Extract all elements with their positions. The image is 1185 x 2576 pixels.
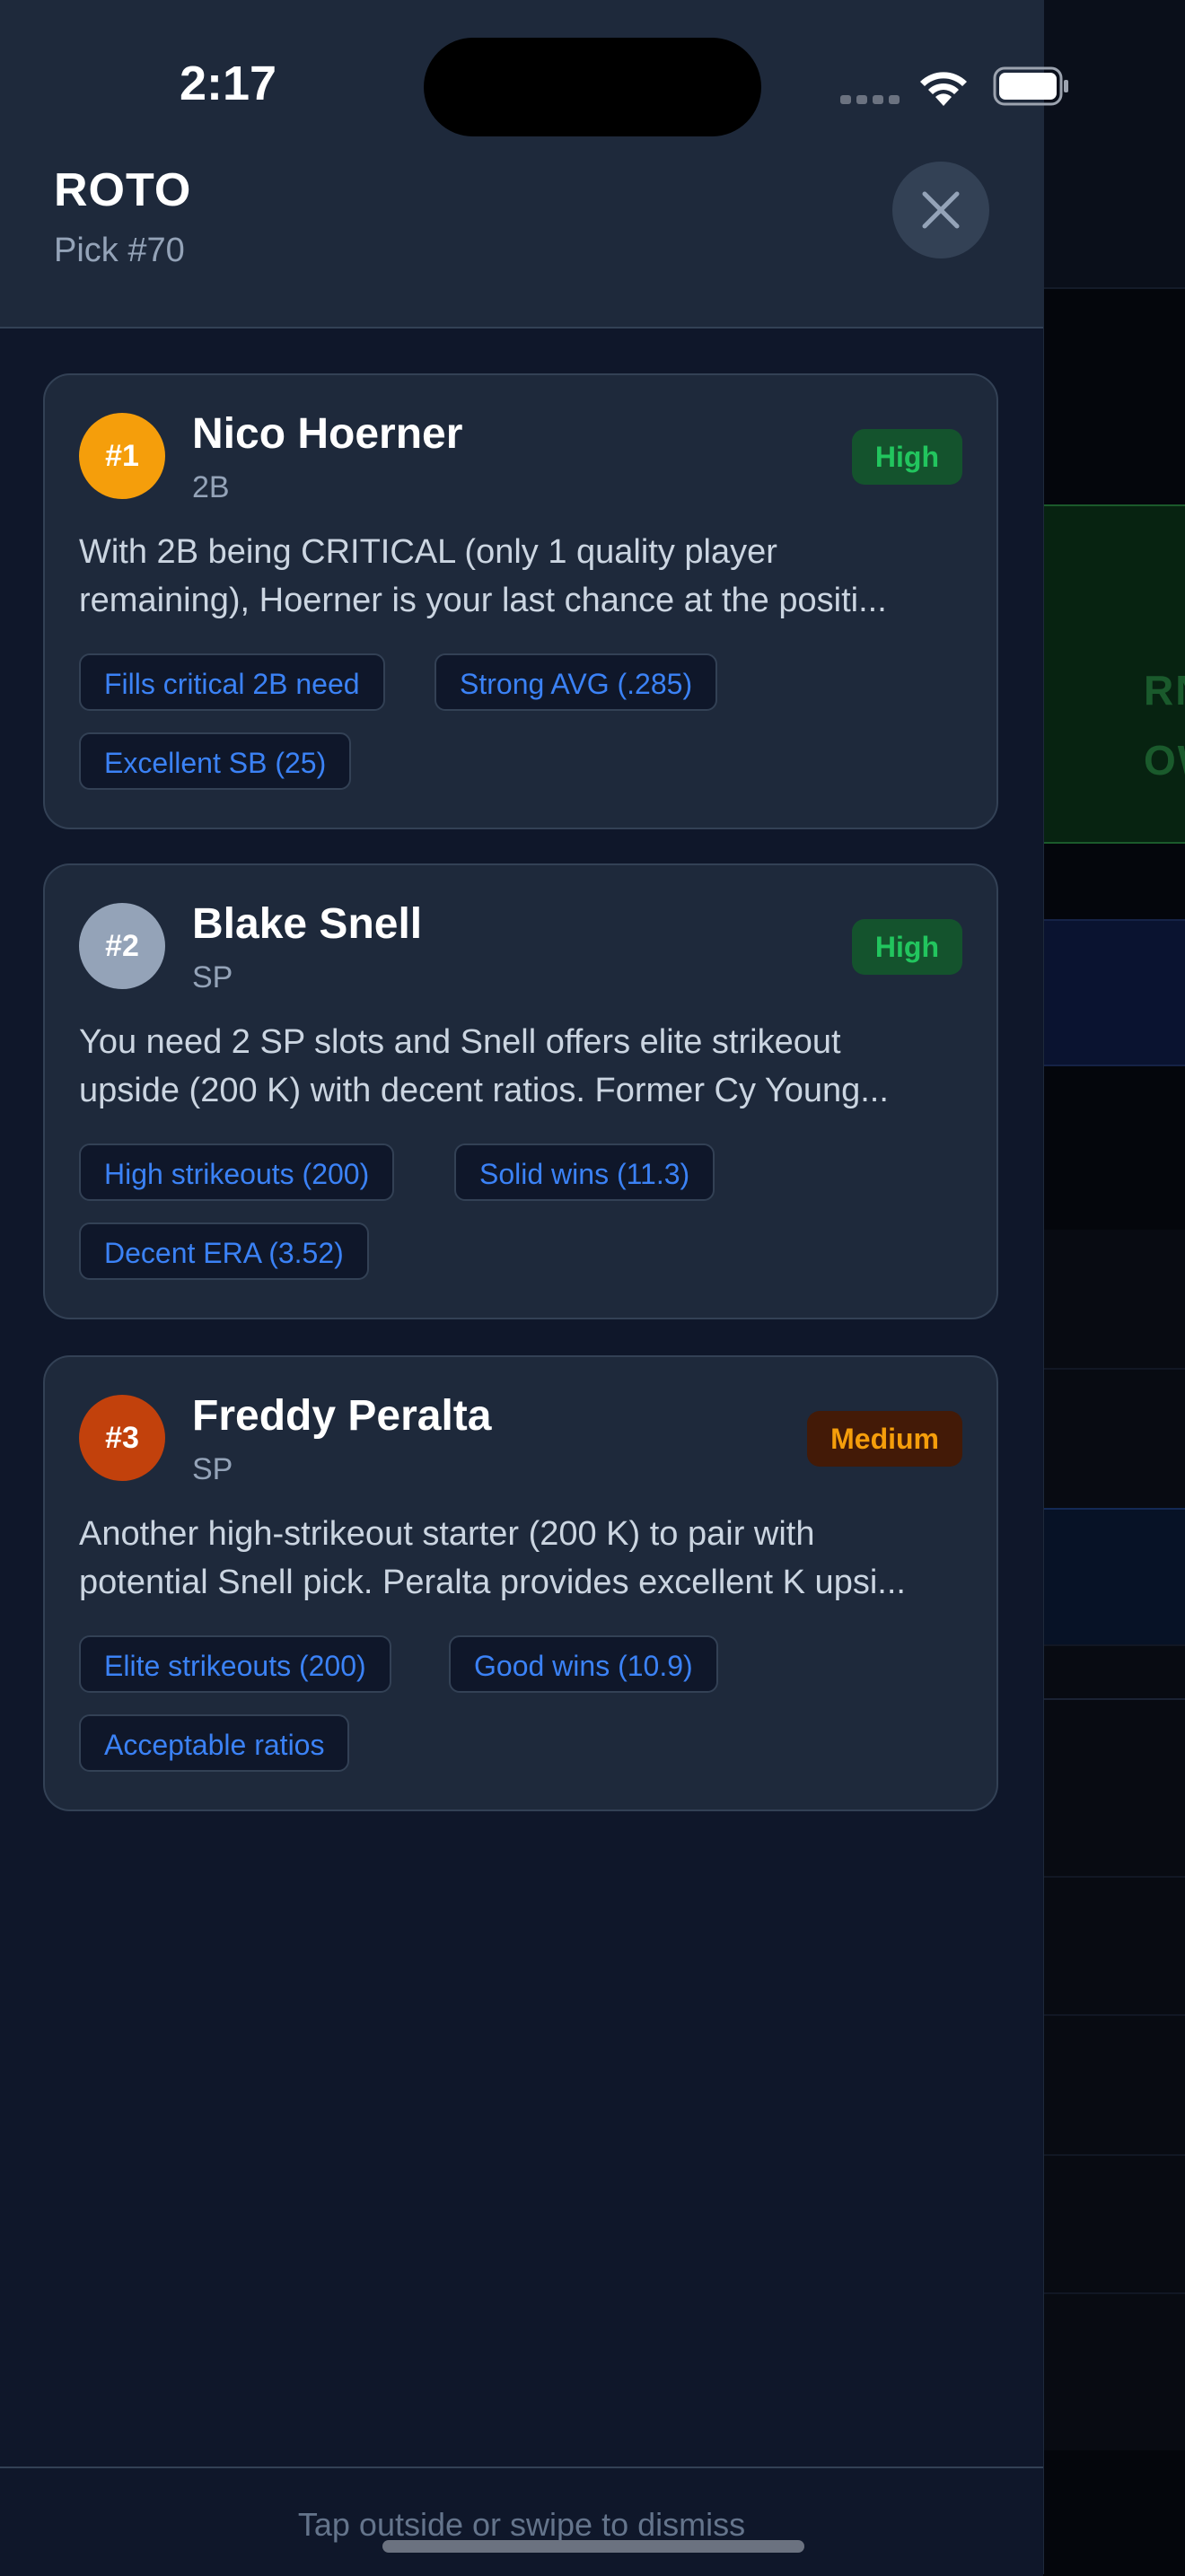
background-player-list-lower — [1043, 1738, 1185, 2447]
status-time: 2:17 — [180, 57, 277, 110]
recommendation-description: You need 2 SP slots and Snell offers eli… — [79, 1018, 968, 1115]
priority-badge: High — [851, 919, 962, 975]
pick-number: Pick #70 — [54, 232, 185, 269]
reason-tag: Decent ERA (3.52) — [79, 1222, 369, 1280]
dynamic-island — [424, 38, 761, 136]
background-turn-banner: ↻ RN! OW — [1043, 504, 1185, 844]
dismiss-hint: Tap outside or swipe to dismiss — [297, 2506, 746, 2543]
reason-tag: Fills critical 2B need — [79, 653, 385, 711]
home-indicator[interactable] — [382, 2540, 804, 2553]
description-line: You need 2 SP slots and Snell offers eli… — [79, 1023, 841, 1061]
close-icon — [922, 191, 960, 229]
background-divider — [1043, 1696, 1185, 1700]
cellular-signal-icon — [840, 95, 901, 104]
background-row — [1043, 1876, 1185, 2016]
reason-tag: Elite strikeouts (200) — [79, 1635, 391, 1693]
reason-tag: Strong AVG (.285) — [434, 653, 718, 711]
background-action-button — [1043, 919, 1185, 1066]
background-row — [1043, 1230, 1185, 1370]
description-line: remaining), Hoerner is your last chance … — [79, 582, 887, 619]
player-name: Blake Snell — [192, 900, 423, 948]
rank-badge: #1 — [79, 413, 165, 499]
background-row — [1043, 1738, 1185, 1878]
banner-line-2: OW — [1144, 737, 1185, 784]
close-button[interactable] — [892, 162, 989, 258]
description-line: potential Snell pick. Peralta provides e… — [79, 1564, 906, 1601]
reason-tag: Acceptable ratios — [79, 1714, 350, 1772]
player-name: Nico Hoerner — [192, 410, 463, 458]
description-line: With 2B being CRITICAL (only 1 quality p… — [79, 533, 777, 571]
recommendation-card[interactable]: #2 Blake Snell SP High You need 2 SP slo… — [43, 863, 998, 1319]
priority-badge: High — [851, 429, 962, 485]
reason-tag: Good wins (10.9) — [449, 1635, 718, 1693]
page-title: ROTO — [54, 164, 192, 216]
player-name: Freddy Peralta — [192, 1392, 492, 1440]
rank-badge: #3 — [79, 1395, 165, 1481]
recommendation-card[interactable]: #3 Freddy Peralta SP Medium Another high… — [43, 1355, 998, 1811]
banner-line-1: RN! — [1144, 667, 1185, 714]
background-row — [1043, 2014, 1185, 2156]
battery-icon — [993, 66, 1068, 106]
recommendation-description: With 2B being CRITICAL (only 1 quality p… — [79, 528, 968, 625]
background-row-selected — [1043, 1508, 1185, 1646]
description-line: Another high-strikeout starter (200 K) t… — [79, 1515, 815, 1553]
background-header — [1043, 0, 1185, 289]
background-app[interactable]: ↻ RN! OW — [1043, 0, 1185, 2574]
description-line: upside (200 K) with decent ratios. Forme… — [79, 1072, 889, 1109]
player-position: SP — [192, 960, 233, 994]
player-position: SP — [192, 1452, 233, 1486]
reason-tag: Solid wins (11.3) — [454, 1143, 715, 1201]
reason-tag: High strikeouts (200) — [79, 1143, 395, 1201]
player-position: 2B — [192, 470, 230, 504]
background-row — [1043, 1368, 1185, 1510]
rank-badge: #2 — [79, 903, 165, 989]
recommendation-card[interactable]: #1 Nico Hoerner 2B High With 2B being CR… — [43, 373, 998, 829]
reason-tag: Excellent SB (25) — [79, 732, 352, 790]
recommendations-sheet: 2:17 ROTO Pick #70 #1 Nico Hoerner 2B Hi… — [0, 0, 1068, 2576]
recommendation-description: Another high-strikeout starter (200 K) t… — [79, 1510, 968, 1607]
priority-badge: Medium — [807, 1411, 962, 1467]
wifi-icon — [920, 72, 967, 106]
background-row — [1043, 2154, 1185, 2294]
